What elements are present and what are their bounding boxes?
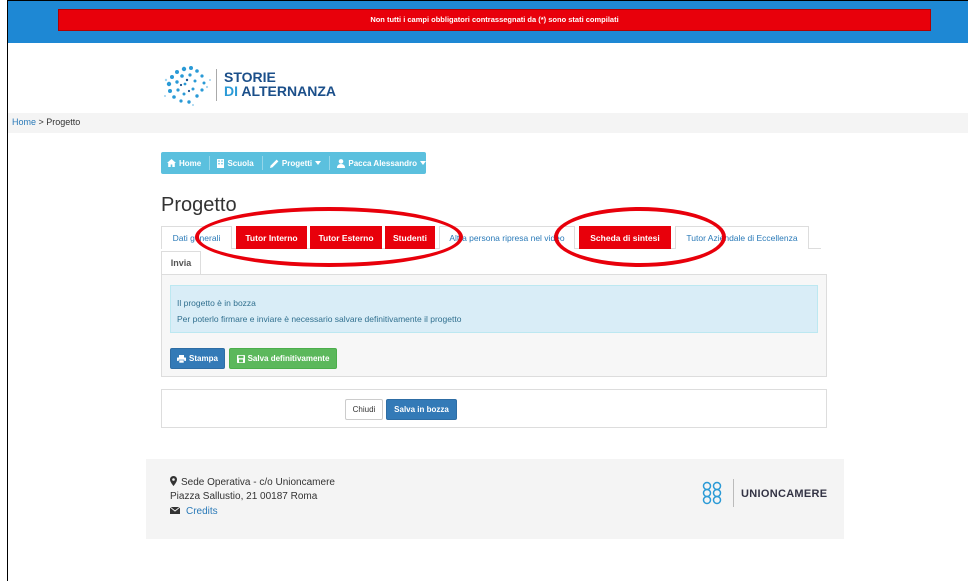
storie-di-alternanza-logo-icon[interactable] [160, 63, 220, 107]
logo-divider [216, 69, 217, 101]
validation-alert: Non tutti i campi obbligatori contrasseg… [58, 9, 931, 31]
form-actions-panel: Chiudi Salva in bozza [161, 389, 827, 428]
main-navbar: Home Scuola Progetti Pacca Alessandro [161, 152, 426, 174]
footer-address-line-2: Piazza Sallustio, 21 00187 Roma [170, 491, 318, 502]
site-header: STORIE DI ALTERNANZA [8, 43, 968, 113]
close-button[interactable]: Chiudi [345, 399, 383, 420]
pencil-icon [269, 159, 279, 168]
site-logo-text[interactable]: STORIE DI ALTERNANZA [224, 70, 336, 98]
top-bar: Non tutti i campi obbligatori contrasseg… [8, 1, 968, 43]
credits-link[interactable]: Credits [186, 506, 218, 517]
breadcrumb-current: Progetto [46, 117, 81, 127]
tab-invia[interactable]: Invia [161, 251, 201, 275]
page-title: Progetto [161, 194, 237, 216]
info-line-2: Per poterlo firmare e inviare è necessar… [177, 314, 462, 324]
save-final-button[interactable]: Salva definitivamente [229, 348, 337, 369]
building-icon [217, 158, 225, 168]
draft-info-box: Il progetto è in bozza Per poterlo firma… [170, 285, 818, 333]
breadcrumb-bar: Home > Progetto [8, 113, 968, 133]
nav-home[interactable]: Home [167, 159, 201, 168]
breadcrumb: Home > Progetto [12, 117, 81, 127]
printer-icon [177, 354, 187, 363]
logo-line2: DI ALTERNANZA [224, 83, 336, 99]
site-footer: Sede Operativa - c/o Unioncamere Piazza … [146, 459, 844, 539]
invia-panel: Il progetto è in bozza Per poterlo firma… [161, 274, 827, 377]
nav-scuola[interactable]: Scuola [217, 158, 254, 168]
user-icon [337, 158, 346, 168]
unioncamere-logo-icon[interactable] [699, 480, 725, 506]
annotation-ellipse-tutor-tabs [195, 207, 463, 267]
envelope-icon [170, 507, 180, 514]
logo-line1: STORIE [224, 69, 276, 85]
floppy-disk-icon [236, 354, 245, 363]
caret-down-icon [420, 161, 426, 165]
browser-viewport: Non tutti i campi obbligatori contrasseg… [7, 0, 968, 581]
unioncamere-brand: UNIONCAMERE [741, 488, 828, 500]
info-line-1: Il progetto è in bozza [177, 298, 256, 308]
annotation-ellipse-scheda-tab [554, 207, 726, 267]
save-draft-button[interactable]: Salva in bozza [386, 399, 457, 420]
footer-address-line-1: Sede Operativa - c/o Unioncamere [170, 476, 335, 488]
caret-down-icon [315, 161, 322, 165]
footer-credits: Credits [170, 506, 218, 517]
print-button[interactable]: Stampa [170, 348, 225, 369]
footer-logo-divider [733, 479, 734, 507]
nav-user-dropdown[interactable]: Pacca Alessandro [337, 159, 426, 168]
nav-progetti-dropdown[interactable]: Progetti [269, 159, 322, 168]
breadcrumb-home-link[interactable]: Home [12, 117, 36, 127]
map-marker-icon [170, 476, 177, 486]
home-icon [167, 159, 176, 167]
